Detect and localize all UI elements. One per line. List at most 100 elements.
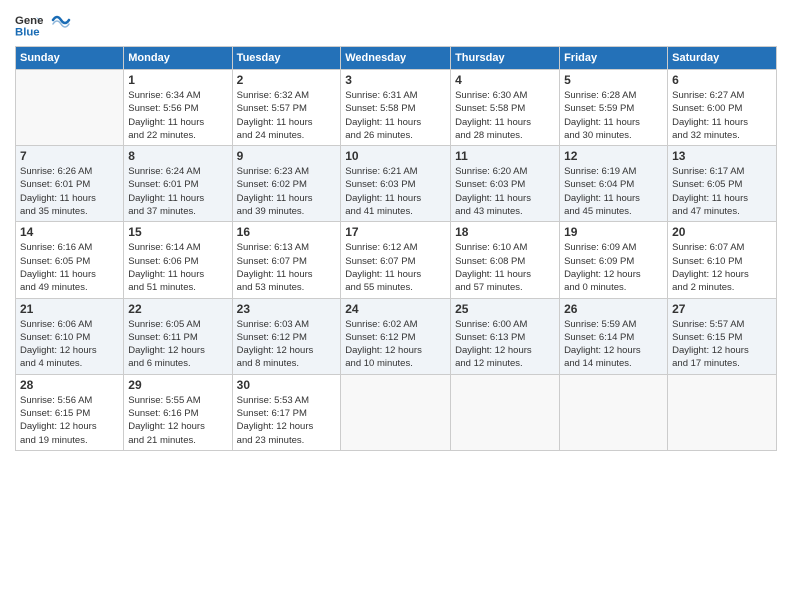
calendar-cell: 21 Sunrise: 6:06 AMSunset: 6:10 PMDayligh… <box>16 298 124 374</box>
day-info: Sunrise: 6:06 AMSunset: 6:10 PMDaylight:… <box>20 318 119 371</box>
calendar-header-monday: Monday <box>124 47 232 70</box>
calendar-cell: 5Sunrise: 6:28 AMSunset: 5:59 PMDaylight… <box>560 70 668 146</box>
day-number: 25 <box>455 302 555 316</box>
day-number: 6 <box>672 73 772 87</box>
calendar-header-thursday: Thursday <box>451 47 560 70</box>
logo: General Blue <box>15 10 71 38</box>
day-number: 1 <box>128 73 227 87</box>
day-info: Sunrise: 6:13 AMSunset: 6:07 PMDaylight:… <box>237 241 337 294</box>
day-number: 14 <box>20 225 119 239</box>
calendar-week-row: 14 Sunrise: 6:16 AMSunset: 6:05 PMDayligh… <box>16 222 777 298</box>
calendar-cell: 8Sunrise: 6:24 AMSunset: 6:01 PMDaylight… <box>124 146 232 222</box>
day-info: Sunrise: 6:09 AMSunset: 6:09 PMDaylight:… <box>564 241 663 294</box>
calendar-cell <box>560 374 668 450</box>
calendar-cell: 23Sunrise: 6:03 AMSunset: 6:12 PMDayligh… <box>232 298 341 374</box>
day-number: 20 <box>672 225 772 239</box>
calendar-header-sunday: Sunday <box>16 47 124 70</box>
calendar-cell: 15 Sunrise: 6:14 AMSunset: 6:06 PMDayligh… <box>124 222 232 298</box>
day-number: 3 <box>345 73 446 87</box>
day-info: Sunrise: 6:21 AMSunset: 6:03 PMDaylight:… <box>345 165 446 218</box>
calendar-cell: 13Sunrise: 6:17 AMSunset: 6:05 PMDayligh… <box>668 146 777 222</box>
calendar-cell: 29 Sunrise: 5:55 AMSunset: 6:16 PMDayligh… <box>124 374 232 450</box>
day-info: Sunrise: 6:34 AMSunset: 5:56 PMDaylight:… <box>128 89 227 142</box>
day-info: Sunrise: 6:14 AMSunset: 6:06 PMDaylight:… <box>128 241 227 294</box>
day-info: Sunrise: 6:30 AMSunset: 5:58 PMDaylight:… <box>455 89 555 142</box>
day-number: 24 <box>345 302 446 316</box>
day-info: Sunrise: 5:53 AMSunset: 6:17 PMDaylight:… <box>237 394 337 447</box>
calendar-header-tuesday: Tuesday <box>232 47 341 70</box>
day-number: 17 <box>345 225 446 239</box>
day-number: 11 <box>455 149 555 163</box>
calendar-cell: 12 Sunrise: 6:19 AMSunset: 6:04 PMDayligh… <box>560 146 668 222</box>
svg-text:Blue: Blue <box>15 26 40 38</box>
day-info: Sunrise: 5:59 AMSunset: 6:14 PMDaylight:… <box>564 318 663 371</box>
day-number: 19 <box>564 225 663 239</box>
day-info: Sunrise: 6:23 AMSunset: 6:02 PMDaylight:… <box>237 165 337 218</box>
day-number: 30 <box>237 378 337 392</box>
calendar-table: SundayMondayTuesdayWednesdayThursdayFrid… <box>15 46 777 451</box>
day-number: 29 <box>128 378 227 392</box>
calendar-cell <box>341 374 451 450</box>
calendar-cell: 11 Sunrise: 6:20 AMSunset: 6:03 PMDayligh… <box>451 146 560 222</box>
day-number: 9 <box>237 149 337 163</box>
logo-icon: General Blue <box>15 10 43 38</box>
calendar-cell: 26 Sunrise: 5:59 AMSunset: 6:14 PMDayligh… <box>560 298 668 374</box>
day-info: Sunrise: 6:16 AMSunset: 6:05 PMDaylight:… <box>20 241 119 294</box>
day-info: Sunrise: 6:19 AMSunset: 6:04 PMDaylight:… <box>564 165 663 218</box>
day-info: Sunrise: 5:55 AMSunset: 6:16 PMDaylight:… <box>128 394 227 447</box>
page: General Blue SundayMondayTuesdayWednesda… <box>0 0 792 612</box>
calendar-header-wednesday: Wednesday <box>341 47 451 70</box>
day-info: Sunrise: 6:32 AMSunset: 5:57 PMDaylight:… <box>237 89 337 142</box>
day-number: 2 <box>237 73 337 87</box>
day-info: Sunrise: 6:10 AMSunset: 6:08 PMDaylight:… <box>455 241 555 294</box>
day-number: 22 <box>128 302 227 316</box>
day-number: 15 <box>128 225 227 239</box>
day-number: 18 <box>455 225 555 239</box>
day-info: Sunrise: 5:56 AMSunset: 6:15 PMDaylight:… <box>20 394 119 447</box>
calendar-cell: 2 Sunrise: 6:32 AMSunset: 5:57 PMDaylight… <box>232 70 341 146</box>
day-info: Sunrise: 6:12 AMSunset: 6:07 PMDaylight:… <box>345 241 446 294</box>
calendar-cell: 28 Sunrise: 5:56 AMSunset: 6:15 PMDayligh… <box>16 374 124 450</box>
calendar-cell: 20Sunrise: 6:07 AMSunset: 6:10 PMDayligh… <box>668 222 777 298</box>
day-number: 28 <box>20 378 119 392</box>
day-info: Sunrise: 6:28 AMSunset: 5:59 PMDaylight:… <box>564 89 663 142</box>
day-number: 21 <box>20 302 119 316</box>
calendar-header-friday: Friday <box>560 47 668 70</box>
calendar-cell: 17 Sunrise: 6:12 AMSunset: 6:07 PMDayligh… <box>341 222 451 298</box>
day-number: 4 <box>455 73 555 87</box>
calendar-cell: 9 Sunrise: 6:23 AMSunset: 6:02 PMDaylight… <box>232 146 341 222</box>
calendar-cell: 22 Sunrise: 6:05 AMSunset: 6:11 PMDayligh… <box>124 298 232 374</box>
calendar-cell <box>668 374 777 450</box>
day-info: Sunrise: 6:02 AMSunset: 6:12 PMDaylight:… <box>345 318 446 371</box>
day-info: Sunrise: 6:00 AMSunset: 6:13 PMDaylight:… <box>455 318 555 371</box>
day-number: 23 <box>237 302 337 316</box>
calendar-week-row: 1 Sunrise: 6:34 AMSunset: 5:56 PMDaylight… <box>16 70 777 146</box>
day-number: 12 <box>564 149 663 163</box>
day-info: Sunrise: 6:17 AMSunset: 6:05 PMDaylight:… <box>672 165 772 218</box>
day-number: 10 <box>345 149 446 163</box>
calendar-cell: 25 Sunrise: 6:00 AMSunset: 6:13 PMDayligh… <box>451 298 560 374</box>
day-info: Sunrise: 6:26 AMSunset: 6:01 PMDaylight:… <box>20 165 119 218</box>
day-info: Sunrise: 6:31 AMSunset: 5:58 PMDaylight:… <box>345 89 446 142</box>
svg-text:General: General <box>15 15 43 27</box>
day-info: Sunrise: 6:05 AMSunset: 6:11 PMDaylight:… <box>128 318 227 371</box>
calendar-cell <box>451 374 560 450</box>
calendar-cell: 16Sunrise: 6:13 AMSunset: 6:07 PMDayligh… <box>232 222 341 298</box>
calendar-header-saturday: Saturday <box>668 47 777 70</box>
day-number: 27 <box>672 302 772 316</box>
calendar-cell: 7 Sunrise: 6:26 AMSunset: 6:01 PMDaylight… <box>16 146 124 222</box>
day-number: 26 <box>564 302 663 316</box>
calendar-cell: 6Sunrise: 6:27 AMSunset: 6:00 PMDaylight… <box>668 70 777 146</box>
day-info: Sunrise: 6:20 AMSunset: 6:03 PMDaylight:… <box>455 165 555 218</box>
calendar-week-row: 21 Sunrise: 6:06 AMSunset: 6:10 PMDayligh… <box>16 298 777 374</box>
calendar-cell: 27Sunrise: 5:57 AMSunset: 6:15 PMDayligh… <box>668 298 777 374</box>
calendar-cell: 10 Sunrise: 6:21 AMSunset: 6:03 PMDayligh… <box>341 146 451 222</box>
calendar-week-row: 28 Sunrise: 5:56 AMSunset: 6:15 PMDayligh… <box>16 374 777 450</box>
day-number: 7 <box>20 149 119 163</box>
day-info: Sunrise: 6:24 AMSunset: 6:01 PMDaylight:… <box>128 165 227 218</box>
calendar-cell: 18 Sunrise: 6:10 AMSunset: 6:08 PMDayligh… <box>451 222 560 298</box>
calendar-cell: 1 Sunrise: 6:34 AMSunset: 5:56 PMDaylight… <box>124 70 232 146</box>
logo-wave-icon <box>51 10 71 30</box>
calendar-week-row: 7 Sunrise: 6:26 AMSunset: 6:01 PMDaylight… <box>16 146 777 222</box>
calendar-cell <box>16 70 124 146</box>
